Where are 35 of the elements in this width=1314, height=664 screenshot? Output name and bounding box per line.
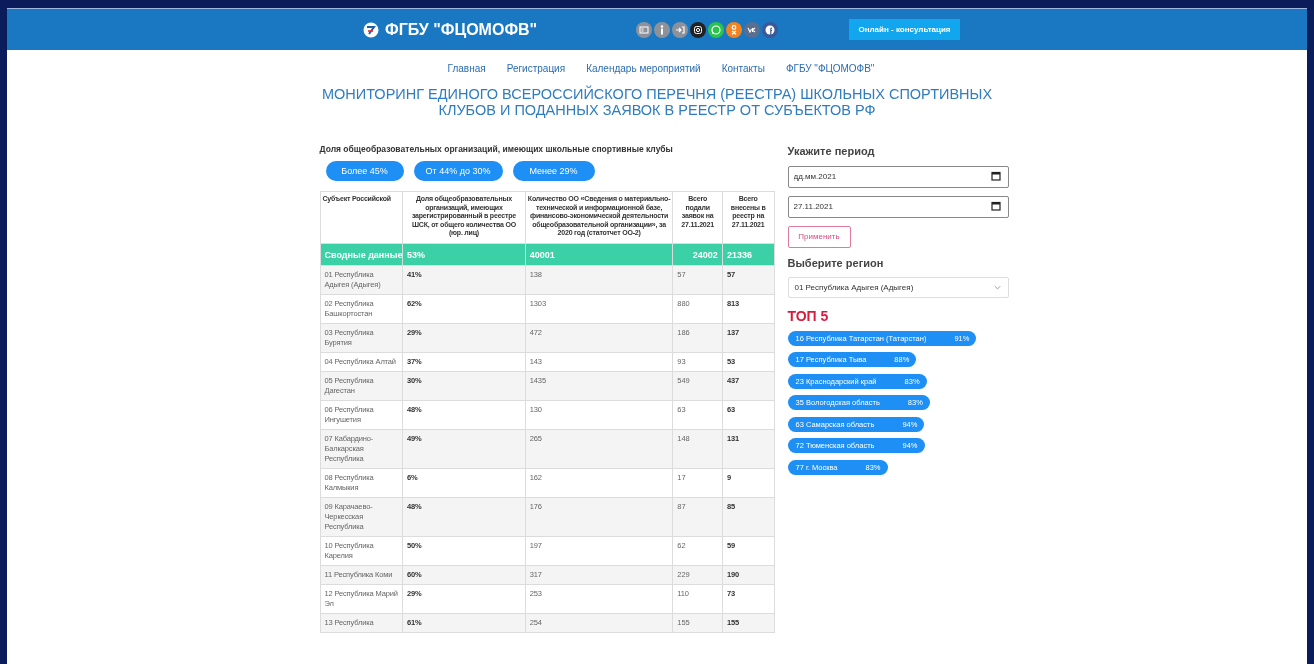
- calendar-icon[interactable]: [990, 171, 1001, 181]
- filter-label: Доля общеобразовательных организаций, имеющих школьные спортивные клубы: [319, 144, 674, 154]
- contact-card-icon[interactable]: [636, 21, 652, 38]
- summary-cell: 24002: [672, 243, 723, 266]
- social-logo-icon[interactable]: [762, 21, 778, 38]
- chevron-down-icon: [993, 284, 1001, 290]
- top-title: ТОП 5: [787, 307, 830, 324]
- phone-bubble-icon[interactable]: [708, 21, 724, 38]
- camera-icon[interactable]: [690, 21, 706, 38]
- nav-link[interactable]: Контакты: [721, 63, 765, 74]
- filter-button[interactable]: От 44% до 30%: [413, 161, 503, 181]
- calendar-icon[interactable]: [990, 201, 1001, 211]
- page-title: МОНИТОРИНГ ЕДИНОГО ВСЕРОССИЙСКОГО ПЕРЕЧНЯ (РЕЕСТРА) ШКОЛЬНЫХ СПОРТИВНЫХ КЛУБОВ И ПОДАННЫХ ЗАЯВОК В РЕЕСТР ОТ СУБЪЕКТОВ РФ: [320, 86, 994, 118]
- date-field[interactable]: 27.11.2021: [787, 195, 1009, 218]
- sign-in-icon[interactable]: [672, 21, 688, 38]
- period-label: Укажите период: [787, 145, 876, 157]
- summary-cell: Сводные данные: [320, 243, 403, 266]
- filter-button[interactable]: Более 45%: [325, 161, 404, 181]
- social-logo-icon[interactable]: [744, 21, 760, 38]
- filter-button[interactable]: Менее 29%: [512, 161, 595, 181]
- region-select[interactable]: 01 Республика Адыгея (Адыгея): [787, 276, 1009, 298]
- date-field[interactable]: дд.мм.2021: [787, 165, 1009, 188]
- summary-cell: 53%: [402, 243, 526, 266]
- nav-link[interactable]: Регистрация: [506, 63, 566, 74]
- apply-button[interactable]: Применить: [787, 225, 851, 248]
- summary-cell: 40001: [525, 243, 673, 266]
- circle-logo-icon: [363, 21, 379, 38]
- stick-figure-icon[interactable]: [726, 21, 742, 38]
- nav-link[interactable]: ФГБУ "ФЦОМОФВ": [785, 63, 875, 74]
- nav-link[interactable]: Календарь мероприятий: [586, 63, 701, 74]
- region-label: Выберите регион: [787, 256, 885, 269]
- site-title: ФГБУ "ФЦОМОФВ": [385, 20, 538, 39]
- nav-link[interactable]: Главная: [447, 63, 486, 74]
- person-icon[interactable]: [654, 21, 670, 38]
- summary-cell: 21336: [722, 243, 774, 266]
